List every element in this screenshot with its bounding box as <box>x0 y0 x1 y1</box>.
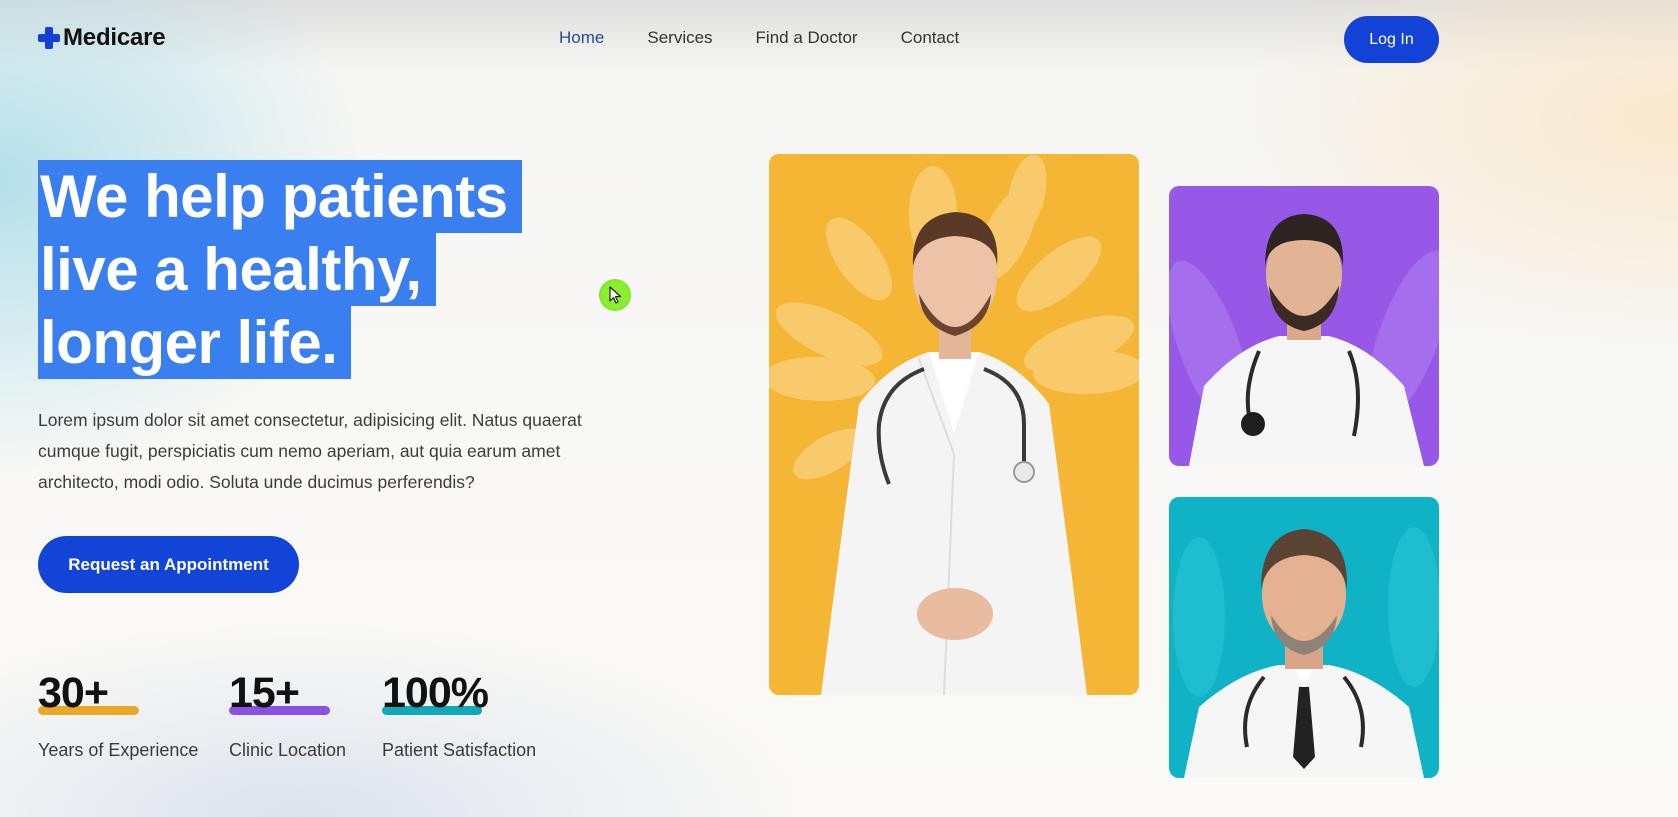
medical-cross-icon <box>38 27 60 49</box>
headline-line-1: We help patients <box>38 160 522 233</box>
doctor-photo <box>769 154 1139 695</box>
nav-contact-link[interactable]: Contact <box>901 28 960 48</box>
request-appointment-button[interactable]: Request an Appointment <box>38 536 299 593</box>
headline-line-2: live a healthy, <box>38 233 436 306</box>
stat-label: Clinic Location <box>229 740 347 760</box>
hero-headline: We help patients live a healthy, longer … <box>38 160 522 379</box>
headline-line-3: longer life. <box>38 306 352 379</box>
doctor-card-main <box>769 154 1139 695</box>
logo[interactable]: Medicare <box>38 24 166 52</box>
stat-label: Years of Experience <box>38 740 199 760</box>
stat-satisfaction: 100% Patient Satisfaction <box>382 669 536 760</box>
stat-value: 30+ <box>38 669 109 717</box>
stat-clinics: 15+ Clinic Location <box>229 669 346 760</box>
doctor-photo <box>1173 527 1439 778</box>
hero-description: Lorem ipsum dolor sit amet consectetur, … <box>38 410 582 492</box>
stat-experience: 30+ Years of Experience <box>38 669 198 760</box>
mouse-cursor-icon <box>599 279 631 311</box>
main-nav: Home Services Find a Doctor Contact <box>559 28 1002 48</box>
nav-services-link[interactable]: Services <box>647 28 712 48</box>
nav-find-doctor-link[interactable]: Find a Doctor <box>756 28 858 48</box>
stat-label: Patient Satisfaction <box>382 740 537 760</box>
nav-home-link[interactable]: Home <box>559 28 604 48</box>
stat-value: 15+ <box>229 669 300 717</box>
doctor-card-purple <box>1169 186 1439 466</box>
brand-name: Medicare <box>63 24 166 51</box>
doctor-card-teal <box>1169 497 1439 778</box>
login-button[interactable]: Log In <box>1344 16 1439 63</box>
stat-value: 100% <box>382 669 489 717</box>
doctor-photo <box>1169 214 1439 466</box>
